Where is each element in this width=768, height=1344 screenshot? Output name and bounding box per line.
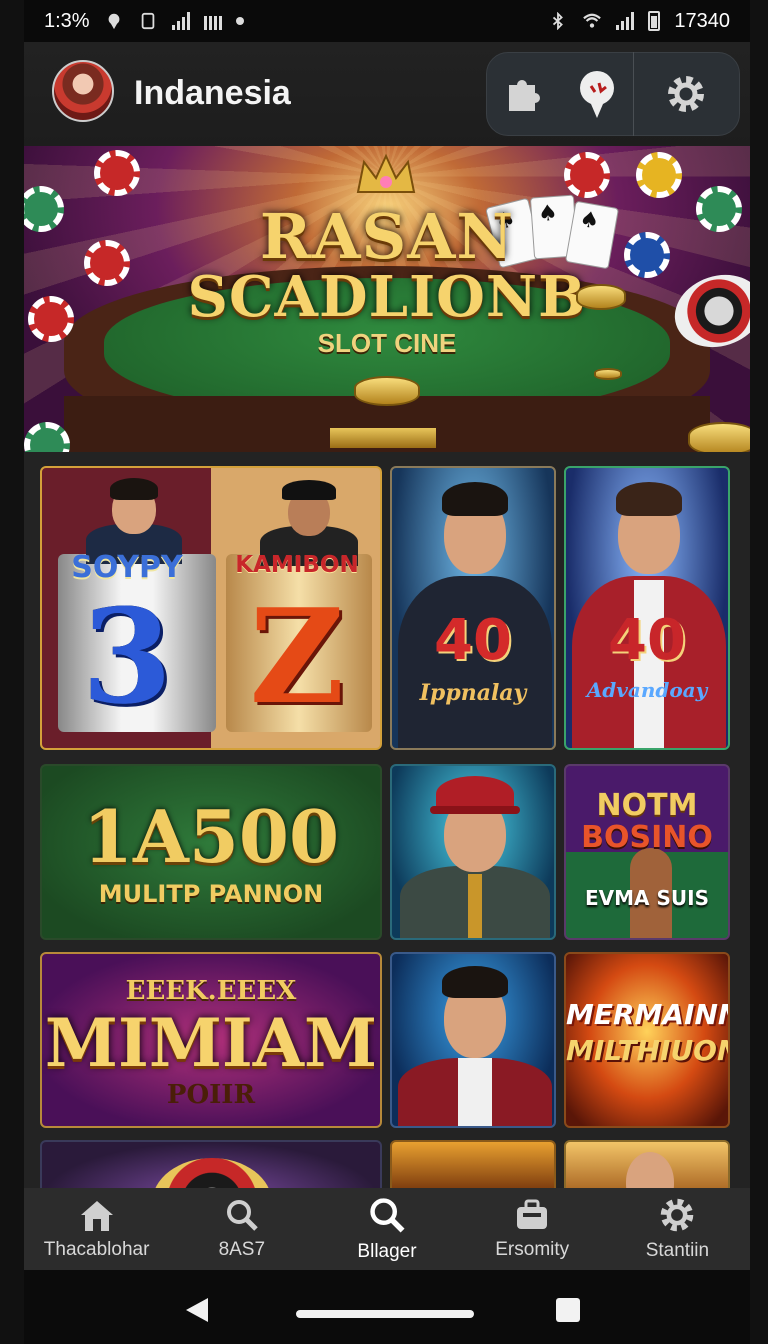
mimiam-title: MIMIAM — [44, 1004, 378, 1082]
jersey-script: Advandoay — [586, 678, 708, 702]
table-plaque — [330, 428, 436, 448]
search-icon — [370, 1198, 405, 1233]
home-gesture-bar[interactable] — [296, 1310, 474, 1318]
status-right: 17340 — [548, 10, 730, 33]
crown-icon — [356, 153, 416, 193]
pin-button[interactable] — [560, 52, 634, 136]
nav-item-bllager[interactable]: Bllager — [314, 1188, 459, 1270]
gold-coin-stack — [576, 284, 626, 310]
recents-icon[interactable] — [556, 1298, 580, 1322]
nav-label-bllager: Bllager — [357, 1241, 417, 1262]
hero-banner[interactable]: ♠ ♠ ♠ RASAN SCADLIONB SLOT CINE — [24, 146, 750, 452]
status-left: 1:3% — [44, 10, 244, 33]
nav-label-ersomity: Ersomity — [495, 1239, 570, 1260]
million-line1: MERMAINN — [566, 998, 730, 1031]
hero-title-line2: SCADLIONB — [187, 264, 587, 330]
game-grid: SOYPY KAMIBON 3 Z 40 Ippnalay 40 Advando… — [24, 452, 750, 1200]
jackpot-amount: 1A500 — [82, 794, 340, 879]
necktie — [468, 874, 482, 938]
gold-coin-stack — [354, 376, 420, 406]
app-header: Indanesia — [24, 42, 750, 146]
status-time: 17340 — [674, 9, 730, 32]
game-tile-player-red[interactable]: 40 Advandoay — [564, 466, 730, 750]
briefcase-icon — [517, 1199, 548, 1229]
gold-coin-stack — [688, 422, 750, 452]
bonus-line1: NOTM — [596, 788, 698, 823]
chip-icon — [564, 152, 610, 198]
page-title: Indanesia — [134, 74, 291, 112]
slot-number-left: 3 — [81, 580, 173, 733]
bottom-nav: Thacablohar 8AS7 Bllager Ersomity Stanti… — [24, 1188, 750, 1270]
puzzle-button[interactable] — [487, 52, 560, 136]
game-tile-jackpot[interactable]: 1A500 MULITP PANNON — [40, 764, 382, 940]
phone-frame: 1:3% 17340 Indanesia ♠ ♠ ♠ RASAN SCADLIO… — [0, 0, 768, 1344]
sim-icon — [141, 12, 154, 30]
game-tile-slots[interactable]: SOYPY KAMIBON 3 Z — [40, 466, 382, 750]
game-tile-player-navy[interactable]: 40 Ippnalay — [390, 466, 556, 750]
screen: 1:3% 17340 Indanesia ♠ ♠ ♠ RASAN SCADLIO… — [24, 0, 750, 1344]
slot-number-right: Z — [249, 580, 345, 733]
gold-coin-stack — [594, 368, 622, 380]
jackpot-subtitle: MULITP PANNON — [98, 880, 324, 908]
game-tile-million[interactable]: MERMAINN MILTHIUON — [564, 952, 730, 1128]
nav-item-search[interactable]: 8AS7 — [169, 1188, 314, 1270]
cell-signal-icon — [616, 12, 635, 30]
puzzle-icon — [508, 80, 540, 111]
system-nav-bar — [24, 1270, 750, 1344]
battery-icon — [648, 11, 661, 31]
pin-icon — [579, 71, 614, 118]
avatar[interactable] — [52, 60, 114, 122]
back-icon[interactable] — [184, 1296, 210, 1324]
search-icon — [226, 1200, 258, 1231]
nav-item-stantiin[interactable]: Stantiin — [605, 1188, 750, 1270]
location-icon — [108, 13, 119, 30]
game-tile-cap-man[interactable] — [390, 764, 556, 940]
nav-label-stantiin: Stantiin — [645, 1240, 710, 1261]
home-icon — [80, 1201, 113, 1231]
header-actions — [486, 52, 740, 136]
gear-icon — [661, 1198, 694, 1232]
chip-icon — [94, 150, 140, 196]
hero-subtitle: SLOT CINE — [317, 328, 457, 358]
status-bar: 1:3% 17340 — [24, 0, 750, 42]
million-line2: MILTHIUON — [566, 1034, 730, 1067]
signal-icon — [171, 12, 190, 30]
game-tile-mimiam[interactable]: EEEK.EEEX MIMIAM POIIR — [40, 952, 382, 1128]
game-tile-bonus[interactable]: NOTM BOSINO EVMA SUIS — [564, 764, 730, 940]
gear-icon — [668, 76, 705, 112]
shirt-collar — [458, 1058, 492, 1126]
status-battery-percent: 1:3% — [44, 9, 90, 32]
cap-brim — [430, 806, 520, 814]
chip-icon — [636, 152, 682, 198]
nav-item-home[interactable]: Thacablohar — [24, 1188, 169, 1270]
settings-button[interactable] — [634, 52, 739, 136]
hero-title-line1: RASAN — [259, 200, 515, 273]
bonus-line3: EVMA SUIS — [585, 886, 709, 910]
bonus-line2: BOSINO — [581, 820, 713, 855]
jersey-number: 40 — [608, 608, 686, 673]
dot-icon — [235, 17, 244, 25]
nav-item-ersomity[interactable]: Ersomity — [460, 1188, 605, 1270]
nav-label-search: 8AS7 — [218, 1239, 266, 1260]
jersey-script: Ippnalay — [419, 680, 527, 706]
bluetooth-icon — [553, 12, 564, 30]
data-icon — [203, 12, 222, 30]
slot-label-right: KAMIBON — [235, 552, 359, 578]
wifi-icon — [583, 13, 602, 28]
game-tile-red-jacket-man[interactable] — [390, 952, 556, 1128]
jersey-number: 40 — [434, 608, 512, 673]
mimiam-bottom: POIIR — [166, 1080, 256, 1110]
nav-label-home: Thacablohar — [43, 1239, 150, 1260]
mimiam-top: EEEK.EEEX — [125, 976, 297, 1006]
